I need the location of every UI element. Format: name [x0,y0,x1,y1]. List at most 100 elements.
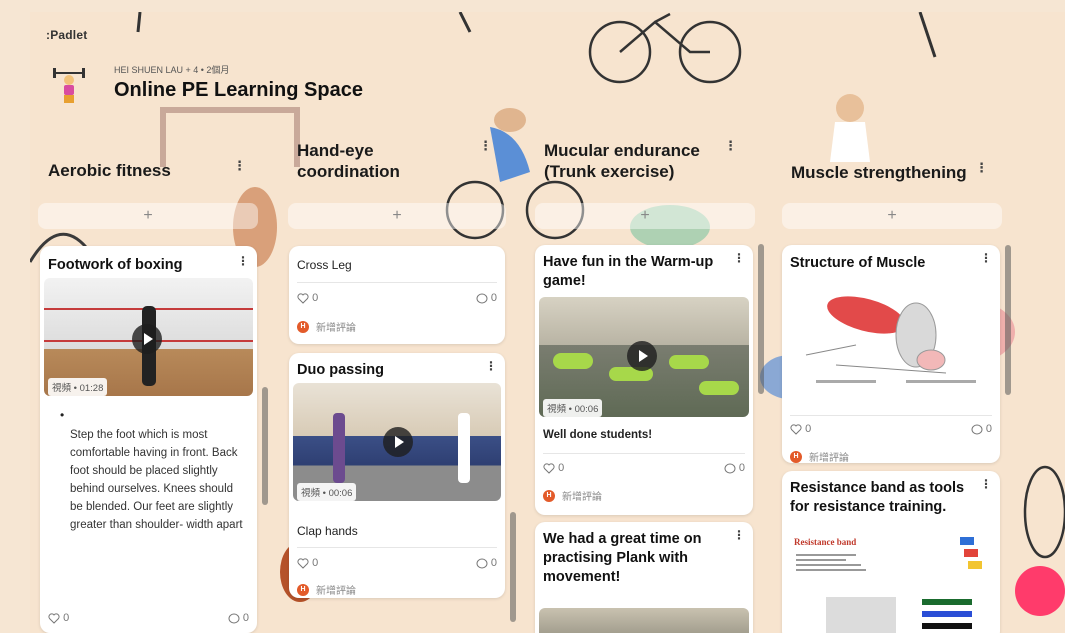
comment-count-button[interactable]: 0 [476,557,497,569]
column-scrollbar[interactable] [758,244,764,394]
play-icon[interactable] [132,324,162,354]
post-card[interactable]: Have fun in the Warm-up game! ⋮ 視頻 • 00:… [535,245,753,515]
add-post-fab-button[interactable] [1015,566,1065,616]
comment-count: 0 [985,423,992,436]
post-menu-icon[interactable]: ⋮ [237,254,249,268]
heart-icon [48,613,60,624]
post-title: Duo passing [297,362,385,378]
column-scrollbar[interactable] [262,387,268,505]
thumbnail-heading: Resistance band [794,537,857,547]
column-menu-icon[interactable]: ⋮ [975,160,988,176]
add-comment-button[interactable]: H 新增評論 [297,319,356,334]
post-title-line: Have fun in the Warm-up [543,254,714,270]
post-title-line: We had a great time on [543,531,702,547]
video-thumbnail[interactable]: 視頻 • 00:06 [293,383,501,501]
add-comment-label: 新增評論 [316,586,356,597]
divider [297,282,497,283]
like-button[interactable]: 0 [790,423,811,435]
like-count: 0 [312,557,319,570]
like-count: 0 [63,612,70,625]
post-card[interactable]: Footwork of boxing ⋮ 視頻 • 01:28 • Step t… [40,246,257,633]
column-menu-icon[interactable]: ⋮ [479,138,492,154]
heart-icon [297,293,309,304]
post-title: Cross Leg [297,258,352,272]
post-card[interactable]: Structure of Muscle ⋮ 0 0 H 新增評論 [782,245,1000,463]
board-title: Online PE Learning Space [114,79,363,101]
column-scrollbar[interactable] [510,512,516,622]
column-title-line: (Trunk exercise) [544,162,675,181]
post-card[interactable]: We had a great time on practising Plank … [535,522,753,633]
add-comment-label: 新增評論 [562,492,602,503]
column-title-muscular-endurance: Mucular endurance (Trunk exercise) [544,140,700,182]
column-menu-icon[interactable]: ⋮ [233,158,246,174]
muscle-diagram-image [805,296,976,383]
add-comment-button[interactable]: H 新增評論 [790,449,849,463]
play-icon[interactable] [627,341,657,371]
video-duration: 視頻 • 00:06 [297,483,357,501]
thumbnail-text-lines [796,551,866,575]
comment-count: 0 [242,612,249,625]
like-button[interactable]: 0 [297,292,318,304]
post-caption: Clap hands [297,524,358,538]
video-thumbnail[interactable]: 視頻 • 00:06 [539,297,749,417]
post-menu-icon[interactable]: ⋮ [733,251,745,265]
like-count: 0 [312,292,319,305]
padlet-logo[interactable]: :Padlet [46,28,87,42]
comment-count-button[interactable]: 0 [476,292,497,304]
like-button[interactable]: 0 [297,557,318,569]
post-title: Footwork of boxing [48,257,183,273]
add-post-button[interactable]: + [782,203,1002,229]
comment-bubble-icon [971,424,983,435]
post-menu-icon[interactable]: ⋮ [485,359,497,373]
comment-count-button[interactable]: 0 [228,612,249,624]
comment-count: 0 [738,462,745,475]
comment-count-button[interactable]: 0 [971,423,992,435]
post-title-line: Resistance band as tools [790,480,965,496]
add-post-button[interactable]: + [38,203,258,229]
like-button[interactable]: 0 [48,612,69,624]
add-comment-button[interactable]: H 新增評論 [543,488,602,503]
heart-icon [790,424,802,435]
like-count: 0 [805,423,812,436]
add-comment-label: 新增評論 [809,453,849,463]
post-title-line: movement! [543,569,621,585]
add-post-button[interactable]: + [535,203,755,229]
post-title: Have fun in the Warm-up game! [543,253,713,291]
video-thumbnail[interactable] [539,608,749,633]
play-icon[interactable] [383,427,413,457]
column-title-aerobic-fitness: Aerobic fitness [48,161,171,180]
post-title-line: for resistance training. [790,499,947,515]
post-menu-icon[interactable]: ⋮ [733,528,745,542]
post-title: We had a great time on practising Plank … [543,530,701,587]
post-card[interactable]: Cross Leg 0 0 H 新增評論 [289,246,505,344]
board-canvas: :Padlet HEI SHUEN LAU + 4 • 2個月 Online P… [30,12,1065,633]
column-menu-icon[interactable]: ⋮ [724,138,737,154]
exercise-photo [826,597,896,633]
divider [543,453,745,454]
add-comment-label: 新增評論 [316,323,356,334]
like-button[interactable]: 0 [543,462,564,474]
column-scrollbar[interactable] [1005,245,1011,395]
avatar: H [297,583,309,596]
post-card[interactable]: Resistance band as tools for resistance … [782,471,1000,633]
post-menu-icon[interactable]: ⋮ [980,477,992,491]
board-meta: HEI SHUEN LAU + 4 • 2個月 [114,65,230,75]
post-title: Resistance band as tools for resistance … [790,479,964,517]
bullet: • [60,408,65,422]
post-body: Step the foot which is most comfortable … [70,429,243,531]
video-duration: 視頻 • 01:28 [48,378,108,396]
comment-count-button[interactable]: 0 [724,462,745,474]
column-title-hand-eye: Hand-eye coordination [297,140,400,182]
add-comment-button[interactable]: H 新增評論 [297,582,356,597]
video-thumbnail[interactable]: 視頻 • 01:28 [44,278,253,396]
comment-bubble-icon [724,463,736,474]
post-menu-icon[interactable]: ⋮ [980,251,992,265]
band-stack [922,623,972,629]
video-duration: 視頻 • 00:06 [543,399,603,417]
divider [297,547,497,548]
add-post-button[interactable]: + [288,203,506,229]
comment-bubble-icon [228,613,240,624]
band-illustration [960,537,982,577]
post-caption: Well done students! [543,429,653,441]
post-card[interactable]: Duo passing ⋮ 視頻 • 00:06 Clap hands 0 0 … [289,353,505,598]
